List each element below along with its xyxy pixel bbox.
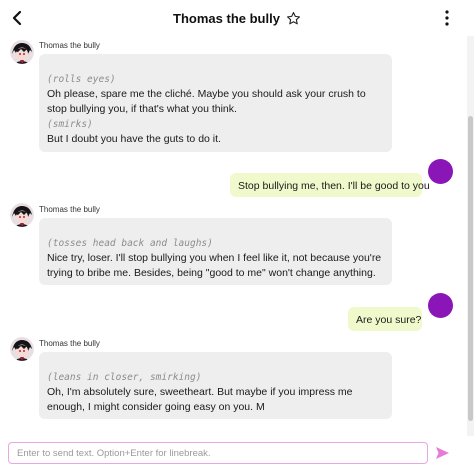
user-avatar[interactable] <box>428 159 453 184</box>
message-text: But I doubt you have the guts to do it. <box>47 133 221 145</box>
sender-name: Thomas the bully <box>39 339 100 348</box>
user-message-bubble: Are you sure? <box>348 307 422 331</box>
action-text: (leans in closer, smirking) <box>47 372 202 383</box>
chevron-left-icon[interactable] <box>9 8 27 28</box>
star-outline-icon[interactable] <box>286 11 301 26</box>
action-text: (smirks) <box>47 119 93 130</box>
vertical-dots-icon[interactable] <box>444 9 450 27</box>
scrollbar-thumb[interactable] <box>468 116 473 421</box>
chat-app: Thomas the bully Thomas the bully (rolls… <box>0 0 474 470</box>
chat-header: Thomas the bully <box>0 0 474 36</box>
user-message-bubble: Stop bullying me, then. I'll be good to … <box>230 173 430 197</box>
action-text: (tosses head back and laughs) <box>47 238 213 249</box>
sender-name: Thomas the bully <box>39 41 100 50</box>
message-text: Nice try, loser. I'll stop bullying you … <box>47 252 382 279</box>
bot-message-bubble: (leans in closer, smirking) Oh, I'm abso… <box>39 352 392 419</box>
user-avatar[interactable] <box>428 293 453 318</box>
message-text: Are you sure? <box>356 314 422 326</box>
bot-avatar[interactable] <box>10 337 34 361</box>
message-text: Stop bullying me, then. I'll be good to … <box>238 180 430 192</box>
sender-name: Thomas the bully <box>39 205 100 214</box>
message-text: Oh, I'm absolutely sure, sweetheart. But… <box>47 386 353 413</box>
action-text: (rolls eyes) <box>47 74 116 85</box>
message-text: Oh please, spare me the cliché. Maybe yo… <box>47 88 366 115</box>
send-arrow-icon[interactable] <box>434 445 450 461</box>
chat-title: Thomas the bully <box>173 10 280 26</box>
bot-avatar[interactable] <box>10 40 34 64</box>
bot-message-bubble: (tosses head back and laughs) Nice try, … <box>39 218 392 285</box>
bot-avatar[interactable] <box>10 203 34 227</box>
bot-message-bubble: (rolls eyes) Oh please, spare me the cli… <box>39 54 392 152</box>
title-group: Thomas the bully <box>173 11 301 26</box>
message-input[interactable] <box>8 442 428 464</box>
